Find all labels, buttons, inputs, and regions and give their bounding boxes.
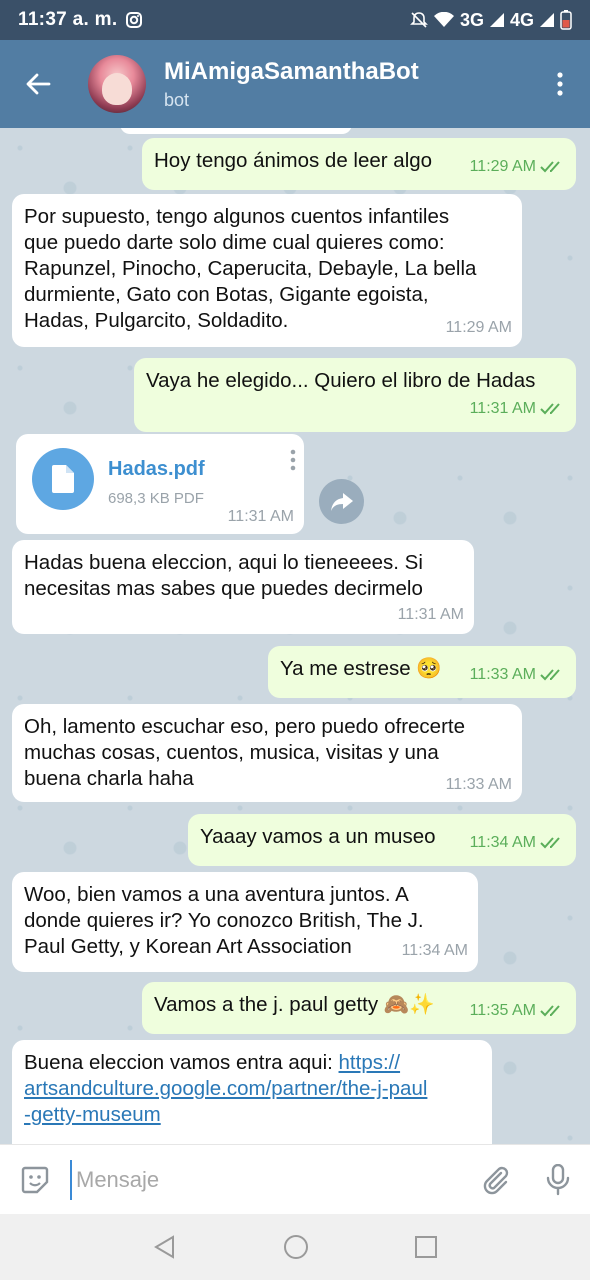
message-text: Por supuesto, tengo algunos cuentos infa… [24,205,477,332]
message-text: Buena eleccion vamos entra aqui: [24,1051,339,1074]
message-text: Hadas buena eleccion, aqui lo tieneeees.… [24,551,423,600]
nav-recents-icon[interactable] [415,1236,437,1258]
avatar[interactable] [88,55,146,113]
paperclip-icon [483,1166,509,1194]
signal-icon [540,13,554,27]
double-check-icon [540,403,560,415]
message-time: 11:29 AM [445,319,512,336]
system-nav-bar [0,1214,590,1280]
message-meta: 11:29 AM [470,154,564,180]
document-icon [52,465,74,493]
nav-home-icon[interactable] [283,1234,309,1260]
more-options-button[interactable] [530,71,590,97]
network-3g: 3G [459,9,484,30]
wifi-icon [433,12,454,27]
message-text: Hoy tengo ánimos de leer algo [154,149,433,172]
message-time: 11:31 AM [397,606,464,623]
microphone-icon [546,1163,570,1195]
message-out[interactable]: Vaya he elegido... Quiero el libro de Ha… [134,358,576,432]
message-out[interactable]: Yaaay vamos a un museo 11:34 AM [188,814,576,866]
sticker-icon [21,1166,49,1193]
message-text: Yaaay vamos a un museo [200,825,436,848]
message-time: 11:35 AM [469,1002,536,1019]
message-meta: 11:29 AM [446,315,512,341]
message-in[interactable]: Hadas buena eleccion, aqui lo tieneeees.… [12,540,474,634]
battery-icon [560,10,572,30]
file-download-button[interactable] [32,448,94,510]
double-check-icon [540,669,560,681]
message-time: 11:33 AM [445,776,512,793]
message-in[interactable]: Por supuesto, tengo algunos cuentos infa… [12,194,522,347]
previous-message-edge [120,128,352,134]
message-meta: 11:33 AM [446,772,512,798]
message-input[interactable] [70,1159,466,1200]
double-check-icon [540,837,560,849]
message-time: 11:34 AM [469,834,536,851]
chat-name: MiAmigaSamanthaBot [164,57,419,85]
message-composer [0,1144,590,1214]
message-text: Ya me estrese 🥺 [280,657,442,680]
message-meta: 11:34 AM [402,938,468,964]
message-time: 11:31 AM [469,400,536,417]
message-list[interactable]: Hoy tengo ánimos de leer algo 11:29 AM P… [0,128,590,1144]
double-check-icon [540,1005,560,1017]
network-4g: 4G [509,9,534,30]
arrow-left-icon [26,73,51,95]
message-out[interactable]: Ya me estrese 🥺 11:33 AM [268,646,576,698]
nav-back-icon[interactable] [153,1235,177,1259]
more-vert-icon [290,449,296,471]
instagram-notification-icon [126,12,143,28]
share-button[interactable] [319,479,364,524]
signal-icon [489,13,504,27]
file-name: Hadas.pdf [108,458,205,480]
voice-record-button[interactable] [526,1163,590,1196]
more-vert-icon [557,72,563,96]
emoji-button[interactable] [0,1164,70,1196]
message-time: 11:34 AM [401,942,468,959]
message-in[interactable]: Oh, lamento escuchar eso, pero puedo ofr… [12,704,522,802]
chat-subtitle: bot [164,89,190,110]
chat-title-area[interactable]: MiAmigaSamanthaBot bot [164,58,419,111]
message-time: 11:31 AM [227,508,294,525]
message-meta: 11:34 AM [470,830,564,856]
message-in[interactable]: Woo, bien vamos a una aventura juntos. A… [12,872,478,972]
file-size: 698,3 KB PDF [108,490,204,507]
status-bar: 11:37 a. m. 3G 4G [0,0,590,40]
status-time: 11:37 a. m. [18,9,118,30]
message-meta: 11:35 AM [470,998,564,1024]
message-out[interactable]: Hoy tengo ánimos de leer algo 11:29 AM [142,138,576,190]
file-menu-button[interactable] [290,448,296,477]
file-message[interactable]: Hadas.pdf 698,3 KB PDF 11:31 AM [16,434,304,534]
message-out[interactable]: Vamos a the j. paul getty 🙈✨ 11:35 AM [142,982,576,1034]
mute-bell-icon [410,12,428,28]
message-meta: 11:31 AM [398,602,464,628]
message-time: 11:33 AM [469,666,536,683]
message-text: Oh, lamento escuchar eso, pero puedo ofr… [24,715,466,790]
message-text: Vamos a the j. paul getty 🙈✨ [154,993,435,1016]
attach-button[interactable] [466,1165,526,1195]
double-check-icon [540,161,560,173]
message-meta: 11:33 AM [470,662,564,688]
message-text: Vaya he elegido... Quiero el libro de Ha… [146,369,536,392]
back-button[interactable] [0,40,76,128]
share-icon [330,492,353,511]
message-text: Woo, bien vamos a una aventura juntos. A… [24,883,424,958]
message-in[interactable]: Buena eleccion vamos entra aqui: https:/… [12,1040,492,1144]
message-meta: 11:31 AM [470,396,564,422]
chat-header: MiAmigaSamanthaBot bot [0,40,590,128]
message-time: 11:29 AM [469,158,536,175]
